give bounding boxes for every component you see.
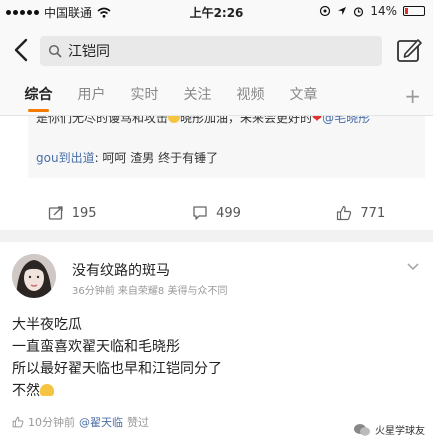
previous-post-card: 是你们无尽的谩骂和攻击 晓彤加油，未来会更好的❤@毛晓彤 gou到出道: 呵呵 渣…	[0, 116, 433, 230]
post-body: 大半夜吃瓜 一直蛮喜欢翟天临和毛晓彤 所以最好翟天临也早和江铠同分了 不然	[12, 314, 222, 402]
footer-time: 10分钟前	[28, 416, 75, 429]
post-line-last: 不然	[12, 380, 222, 402]
tab-item[interactable]: 关注	[171, 76, 224, 116]
like-count: 771	[360, 205, 386, 221]
tab-item[interactable]: 用户	[65, 76, 118, 116]
watermark: 火星学球友	[353, 422, 425, 437]
avatar-image	[12, 254, 56, 298]
battery-percent: 14%	[370, 4, 397, 18]
comment-count: 499	[216, 205, 241, 221]
post-meta: 36分钟前 来自荣耀8 美得与众不同	[72, 286, 228, 297]
footer-action: 赞过	[127, 416, 149, 429]
post-line: 大半夜吃瓜	[12, 317, 82, 333]
search-header: 江铠同	[0, 24, 433, 76]
footer-mention[interactable]: @翟天临	[79, 414, 123, 430]
comment-icon	[193, 206, 207, 220]
comment-text-2: 晓彤加油，未来会更好的	[180, 116, 313, 125]
tab-item[interactable]: 视频	[224, 76, 277, 116]
avatar[interactable]	[12, 254, 56, 298]
tab-bar: 综合 用户 实时 关注 视频 文章 +	[0, 76, 433, 116]
like-small-icon	[12, 416, 24, 428]
heart-emoji-icon: ❤	[312, 116, 323, 125]
post-footer: 10分钟前 @翟天临 赞过	[12, 414, 149, 430]
tab-item[interactable]: 实时	[118, 76, 171, 116]
comment-preview-2: gou到出道: 呵呵 渣男 终于有锤了	[36, 148, 426, 168]
thumbs-up-icon	[337, 205, 352, 221]
location-icon	[338, 7, 347, 15]
status-right: 14%	[319, 4, 425, 18]
battery-fill	[405, 8, 408, 14]
like-button[interactable]: 771	[289, 198, 433, 228]
post-line: 不然	[12, 383, 40, 399]
lock-rotation-icon	[320, 5, 331, 17]
repost-icon	[48, 206, 63, 220]
post-card: 没有纹路的斑马 36分钟前 来自荣耀8 美得与众不同 大半夜吃瓜 一直蛮喜欢翟天…	[0, 242, 433, 440]
mention-link[interactable]: @毛晓彤	[322, 116, 370, 125]
repost-button[interactable]: 195	[0, 198, 144, 228]
repost-count: 195	[71, 205, 97, 221]
compose-icon[interactable]	[395, 36, 423, 64]
wechat-icon	[354, 423, 370, 436]
search-query: 江铠同	[68, 44, 110, 60]
tab-item[interactable]: 综合	[12, 76, 65, 116]
back-arrow-icon[interactable]	[10, 34, 34, 66]
comment-username[interactable]: gou到出道	[36, 151, 95, 165]
alarm-icon	[354, 6, 364, 17]
post-line: 所以最好翟天临也早和江铠同分了	[12, 361, 222, 377]
post-line: 一直蛮喜欢翟天临和毛晓彤	[12, 339, 180, 355]
comment-text: 是你们无尽的谩骂和攻击	[36, 116, 169, 125]
tab-item[interactable]: 文章	[277, 76, 330, 116]
comment-preview-1: 是你们无尽的谩骂和攻击 晓彤加油，未来会更好的❤@毛晓彤	[36, 116, 426, 128]
search-icon	[48, 44, 62, 58]
post-action-bar: 195 499 771	[0, 198, 433, 228]
status-bar: 中国联通 上午2:26 14%	[0, 0, 433, 24]
card-separator	[0, 230, 433, 242]
battery-icon	[403, 6, 425, 16]
comment-text: : 呵呵 渣男 终于有锤了	[94, 151, 219, 165]
melon-emoji-icon	[40, 384, 54, 396]
chevron-down-icon[interactable]	[407, 262, 419, 272]
comment-button[interactable]: 499	[144, 198, 288, 228]
smile-emoji-icon	[168, 116, 181, 123]
search-input[interactable]: 江铠同	[40, 36, 382, 66]
watermark-text: 火星学球友	[375, 426, 425, 437]
add-tab-button[interactable]: +	[404, 84, 421, 108]
post-username[interactable]: 没有纹路的斑马	[72, 260, 170, 280]
